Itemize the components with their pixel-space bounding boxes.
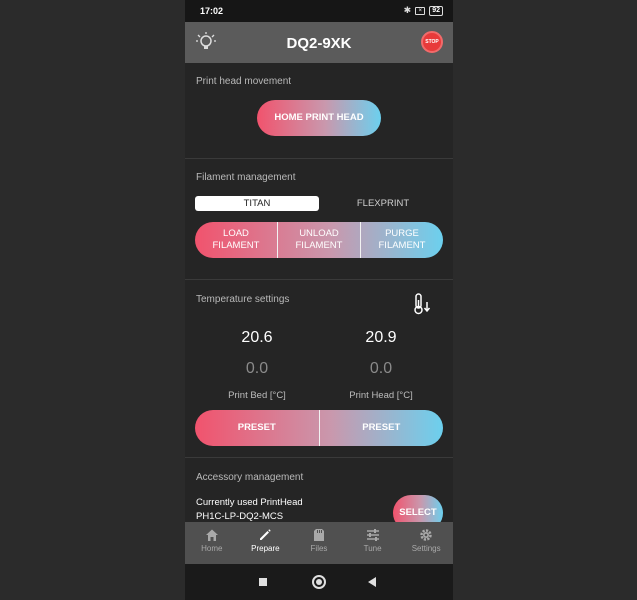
head-target-temp[interactable]: 0.0 [319, 360, 443, 378]
accessory-management-title: Accessory management [196, 472, 304, 483]
print-head-movement-title: Print head movement [196, 76, 292, 87]
gear-icon [420, 529, 432, 541]
preset-button-group: PRESET PRESET [195, 410, 443, 446]
temperature-settings-title: Temperature settings [196, 294, 290, 305]
bottom-navigation: Home Prepare Files Tune Settings [185, 522, 453, 564]
system-navigation-bar [185, 564, 453, 600]
nav-prepare[interactable]: Prepare [239, 522, 293, 564]
purge-filament-label-1: PURGE [385, 228, 419, 239]
home-icon [205, 529, 218, 541]
bed-temp-label: Print Bed [°C] [228, 390, 286, 401]
unload-filament-label-2: FILAMENT [295, 240, 343, 251]
recent-apps-icon[interactable] [259, 578, 267, 586]
head-current-temp: 20.9 [365, 329, 397, 346]
file-icon [313, 529, 324, 541]
nav-settings[interactable]: Settings [399, 522, 453, 564]
battery-icon: 92 [429, 5, 443, 16]
current-printhead-label: Currently used PrintHead [196, 497, 303, 508]
filament-management-title: Filament management [196, 172, 296, 183]
purge-filament-label-2: FILAMENT [378, 240, 426, 251]
status-time: 17:02 [200, 6, 224, 16]
bed-target-temp[interactable]: 0.0 [195, 360, 319, 378]
nav-tune[interactable]: Tune [346, 522, 400, 564]
nav-home[interactable]: Home [185, 522, 239, 564]
bluetooth-icon: ✱ [403, 5, 412, 15]
current-printhead-value: PH1C-LP-DQ2-MCS [196, 511, 284, 522]
nav-files-label: Files [310, 544, 328, 553]
nav-prepare-label: Prepare [251, 544, 280, 553]
bed-preset-button[interactable]: PRESET [195, 410, 319, 446]
back-icon[interactable] [368, 577, 376, 587]
load-filament-label-1: LOAD [223, 228, 249, 239]
head-preset-button[interactable]: PRESET [318, 410, 444, 446]
load-filament-button[interactable]: LOAD FILAMENT [195, 222, 277, 258]
tab-flexprint[interactable]: FLEXPRINT [325, 196, 441, 211]
unload-filament-button[interactable]: UNLOAD FILAMENT [277, 222, 360, 258]
nav-home-label: Home [201, 544, 223, 553]
head-temp-label: Print Head [°C] [349, 390, 413, 401]
sliders-icon [366, 529, 379, 541]
purge-filament-button[interactable]: PURGE FILAMENT [360, 222, 443, 258]
load-filament-label-2: FILAMENT [212, 240, 260, 251]
nav-tune-label: Tune [363, 544, 382, 553]
stop-button[interactable]: STOP [421, 31, 443, 53]
status-icons: ✱ × 92 [404, 5, 443, 16]
system-home-icon[interactable] [312, 575, 326, 589]
pencil-icon [260, 529, 272, 540]
home-print-head-button[interactable]: HOME PRINT HEAD [257, 100, 381, 136]
filament-button-group: LOAD FILAMENT UNLOAD FILAMENT PURGE FILAMEN… [195, 222, 443, 258]
thermometer-down-icon[interactable] [412, 292, 432, 316]
nav-settings-label: Settings [411, 544, 441, 553]
phone-screen: 17:02 ✱ × 92 DQ2-9XK STOP Print head mov… [185, 0, 453, 600]
status-bar: 17:02 ✱ × 92 [185, 0, 453, 22]
unload-filament-label-1: UNLOAD [299, 228, 339, 239]
filament-management-section: Filament management [185, 159, 453, 280]
bed-current-temp: 20.6 [241, 329, 273, 346]
device-title: DQ2-9XK [286, 35, 352, 52]
screen-rotation-icon: × [415, 6, 426, 15]
tab-titan[interactable]: TITAN [195, 196, 319, 211]
nav-files[interactable]: Files [292, 522, 346, 564]
app-bar: DQ2-9XK STOP [185, 22, 453, 63]
